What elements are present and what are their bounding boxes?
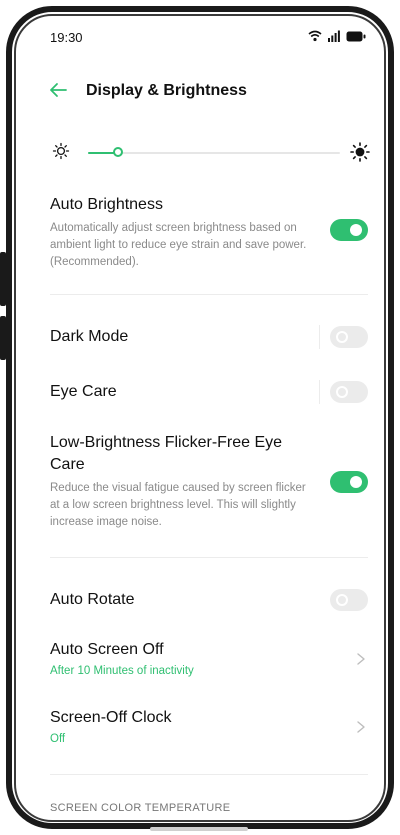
auto-brightness-row[interactable]: Auto Brightness Automatically adjust scr… — [50, 194, 368, 271]
brightness-slider-row — [16, 136, 384, 170]
status-bar: 19:30 — [16, 16, 384, 52]
auto-rotate-toggle[interactable] — [330, 589, 368, 611]
screen-container: 19:30 Display & Brightness Auto Brightne… — [14, 14, 386, 822]
screen-off-clock-label: Screen-Off Clock — [50, 709, 172, 726]
auto-brightness-label: Auto Brightness — [50, 196, 163, 213]
auto-rotate-row[interactable]: Auto Rotate — [50, 589, 368, 611]
divider — [50, 774, 368, 775]
dark-mode-row[interactable]: Dark Mode — [50, 326, 368, 348]
auto-screen-off-label: Auto Screen Off — [50, 641, 164, 658]
battery-icon — [346, 29, 366, 47]
home-indicator — [150, 827, 248, 831]
auto-brightness-toggle[interactable] — [330, 219, 368, 241]
status-time: 19:30 — [50, 30, 83, 45]
flicker-free-row[interactable]: Low-Brightness Flicker-Free Eye Care Red… — [50, 432, 368, 531]
eye-care-label: Eye Care — [50, 383, 117, 400]
chevron-right-icon[interactable] — [354, 720, 368, 734]
page-header: Display & Brightness — [16, 74, 384, 114]
eye-care-toggle[interactable] — [330, 381, 368, 403]
divider — [50, 557, 368, 558]
auto-screen-off-row[interactable]: Auto Screen Off After 10 Minutes of inac… — [50, 639, 368, 677]
section-title: SCREEN COLOR TEMPERATURE — [50, 802, 231, 814]
vertical-separator — [319, 325, 320, 349]
vertical-separator — [319, 380, 320, 404]
flicker-free-description: Reduce the visual fatigue caused by scre… — [50, 482, 306, 528]
flicker-free-label: Low-Brightness Flicker-Free Eye Care — [50, 434, 283, 473]
toggle-knob — [350, 224, 362, 236]
dark-mode-label: Dark Mode — [50, 328, 129, 345]
eye-care-row[interactable]: Eye Care — [50, 381, 368, 403]
auto-brightness-description: Automatically adjust screen brightness b… — [50, 222, 307, 268]
settings-screen: 19:30 Display & Brightness Auto Brightne… — [16, 16, 384, 820]
wifi-icon — [308, 29, 322, 47]
toggle-knob — [336, 594, 348, 606]
device-frame: 19:30 Display & Brightness Auto Brightne… — [0, 0, 400, 835]
brightness-slider[interactable] — [88, 147, 340, 157]
toggle-knob — [336, 386, 348, 398]
auto-screen-off-value: After 10 Minutes of inactivity — [50, 665, 194, 677]
page-title: Display & Brightness — [86, 82, 247, 99]
arrow-left-icon[interactable] — [46, 76, 74, 104]
auto-rotate-label: Auto Rotate — [50, 591, 135, 608]
dark-mode-toggle[interactable] — [330, 326, 368, 348]
chevron-right-icon[interactable] — [354, 652, 368, 666]
toggle-knob — [336, 331, 348, 343]
screen-off-clock-value: Off — [50, 733, 66, 745]
toggle-knob — [350, 476, 362, 488]
status-icons — [308, 29, 366, 47]
sun-small-icon — [52, 142, 70, 165]
flicker-free-toggle[interactable] — [330, 471, 368, 493]
sun-large-icon — [350, 142, 370, 167]
divider — [50, 294, 368, 295]
signal-icon — [328, 29, 340, 47]
brightness-slider-handle[interactable] — [113, 147, 124, 157]
screen-off-clock-row[interactable]: Screen-Off Clock Off — [50, 707, 368, 745]
